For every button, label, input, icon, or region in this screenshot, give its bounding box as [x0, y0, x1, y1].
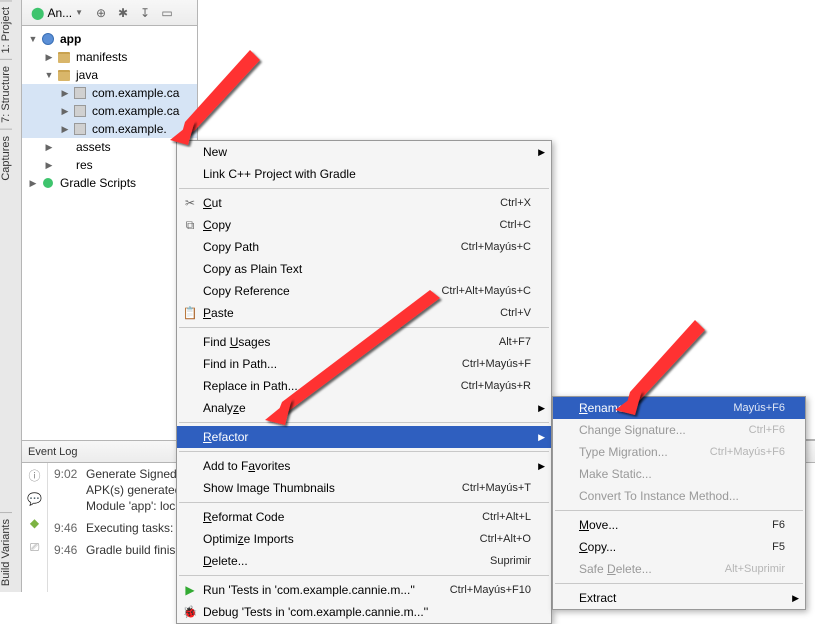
project-panel: ⬤ An... ▼ ⊕ ✱ ↧ ▭ ▼app ▶manifests ▼java … [22, 0, 198, 440]
tree-node-package-2[interactable]: ▶com.example.ca [22, 102, 197, 120]
context-menu: New▶ Link C++ Project with Gradle ✂CutCt… [176, 140, 552, 624]
menu-cut[interactable]: ✂CutCtrl+X [177, 192, 551, 214]
tree-node-assets[interactable]: ▶assets [22, 138, 197, 156]
tree-node-java[interactable]: ▼java [22, 66, 197, 84]
menu-copy-path[interactable]: Copy PathCtrl+Mayús+C [177, 236, 551, 258]
project-toolbar: ⬤ An... ▼ ⊕ ✱ ↧ ▭ [22, 0, 197, 26]
submenu-type-migration: Type Migration...Ctrl+Mayús+F6 [553, 441, 805, 463]
submenu-move[interactable]: Move...F6 [553, 514, 805, 536]
menu-add-favorites[interactable]: Add to Favorites▶ [177, 455, 551, 477]
package-icon [72, 104, 88, 118]
menu-separator [179, 327, 549, 328]
tab-structure[interactable]: 7: Structure [0, 59, 12, 129]
menu-run-tests[interactable]: ▶Run 'Tests in 'com.example.cannie.m...'… [177, 579, 551, 601]
menu-find-in-path[interactable]: Find in Path...Ctrl+Mayús+F [177, 353, 551, 375]
submenu-change-signature: Change Signature...Ctrl+F6 [553, 419, 805, 441]
menu-replace-in-path[interactable]: Replace in Path...Ctrl+Mayús+R [177, 375, 551, 397]
folder-icon [56, 68, 72, 82]
package-icon [72, 122, 88, 136]
info-icon[interactable]: ⓘ [27, 467, 43, 483]
menu-copy-reference[interactable]: Copy ReferenceCtrl+Alt+Mayús+C [177, 280, 551, 302]
menu-new[interactable]: New▶ [177, 141, 551, 163]
menu-separator [179, 451, 549, 452]
submenu-copy[interactable]: Copy...F5 [553, 536, 805, 558]
tree-node-gradle[interactable]: ▶Gradle Scripts [22, 174, 197, 192]
collapse-icon[interactable]: ⊕ [92, 4, 110, 22]
left-tool-rail: 1: Project 7: Structure Captures Build V… [0, 0, 22, 592]
gradle-icon [40, 176, 56, 190]
submenu-arrow-icon: ▶ [538, 147, 545, 158]
package-icon [72, 86, 88, 100]
menu-optimize-imports[interactable]: Optimize ImportsCtrl+Alt+O [177, 528, 551, 550]
event-log-toolbar: ⓘ 💬 ◆ ⎚ [22, 463, 48, 592]
tree-node-manifests[interactable]: ▶manifests [22, 48, 197, 66]
tab-captures[interactable]: Captures [0, 129, 12, 187]
menu-link-cpp[interactable]: Link C++ Project with Gradle [177, 163, 551, 185]
menu-separator [179, 188, 549, 189]
menu-separator [555, 583, 803, 584]
menu-paste[interactable]: 📋PasteCtrl+V [177, 302, 551, 324]
menu-separator [179, 502, 549, 503]
autoscroll-icon[interactable]: ↧ [136, 4, 154, 22]
submenu-arrow-icon: ▶ [538, 461, 545, 472]
submenu-arrow-icon: ▶ [792, 593, 799, 604]
submenu-extract[interactable]: Extract▶ [553, 587, 805, 609]
menu-separator [179, 575, 549, 576]
tab-build-variants[interactable]: Build Variants [0, 512, 12, 592]
debug-icon: 🐞 [182, 605, 198, 619]
paste-icon: 📋 [182, 306, 198, 320]
menu-analyze[interactable]: Analyze▶ [177, 397, 551, 419]
copy-icon: ⧉ [182, 218, 198, 233]
menu-debug-tests[interactable]: 🐞Debug 'Tests in 'com.example.cannie.m..… [177, 601, 551, 623]
event-log-content: 9:02Generate Signed A APK(s) generated M… [48, 463, 193, 592]
tree-node-app[interactable]: ▼app [22, 30, 197, 48]
folder-icon [56, 140, 72, 154]
android-icon[interactable]: ◆ [27, 515, 43, 531]
project-view-dropdown[interactable]: ⬤ An... ▼ [26, 4, 88, 22]
menu-copy[interactable]: ⧉CopyCtrl+C [177, 214, 551, 236]
tab-project[interactable]: 1: Project [0, 0, 12, 59]
menu-separator [179, 422, 549, 423]
menu-refactor[interactable]: Refactor▶ [177, 426, 551, 448]
run-icon: ▶ [182, 583, 198, 597]
submenu-rename[interactable]: Rename...Mayús+F6 [553, 397, 805, 419]
hide-icon[interactable]: ▭ [158, 4, 176, 22]
submenu-make-static: Make Static... [553, 463, 805, 485]
filter-icon[interactable]: ⎚ [27, 539, 43, 555]
menu-separator [555, 510, 803, 511]
module-icon [40, 32, 56, 46]
project-tree: ▼app ▶manifests ▼java ▶com.example.ca ▶c… [22, 26, 197, 196]
folder-icon [56, 158, 72, 172]
menu-reformat[interactable]: Reformat CodeCtrl+Alt+L [177, 506, 551, 528]
menu-copy-plain[interactable]: Copy as Plain Text [177, 258, 551, 280]
submenu-arrow-icon: ▶ [538, 403, 545, 414]
menu-delete[interactable]: Delete...Suprimir [177, 550, 551, 572]
submenu-arrow-icon: ▶ [538, 432, 545, 443]
folder-icon [56, 50, 72, 64]
settings-gear-icon[interactable]: ✱ [114, 4, 132, 22]
refactor-submenu: Rename...Mayús+F6 Change Signature...Ctr… [552, 396, 806, 610]
submenu-safe-delete: Safe Delete...Alt+Suprimir [553, 558, 805, 580]
tree-node-package-1[interactable]: ▶com.example.ca [22, 84, 197, 102]
project-view-label: An... [47, 6, 72, 20]
menu-show-thumbnails[interactable]: Show Image ThumbnailsCtrl+Mayús+T [177, 477, 551, 499]
cut-icon: ✂ [182, 196, 198, 210]
tree-node-res[interactable]: ▶res [22, 156, 197, 174]
balloon-icon[interactable]: 💬 [27, 491, 43, 507]
tree-node-package-3[interactable]: ▶com.example. [22, 120, 197, 138]
submenu-convert-instance: Convert To Instance Method... [553, 485, 805, 507]
menu-find-usages[interactable]: Find UsagesAlt+F7 [177, 331, 551, 353]
